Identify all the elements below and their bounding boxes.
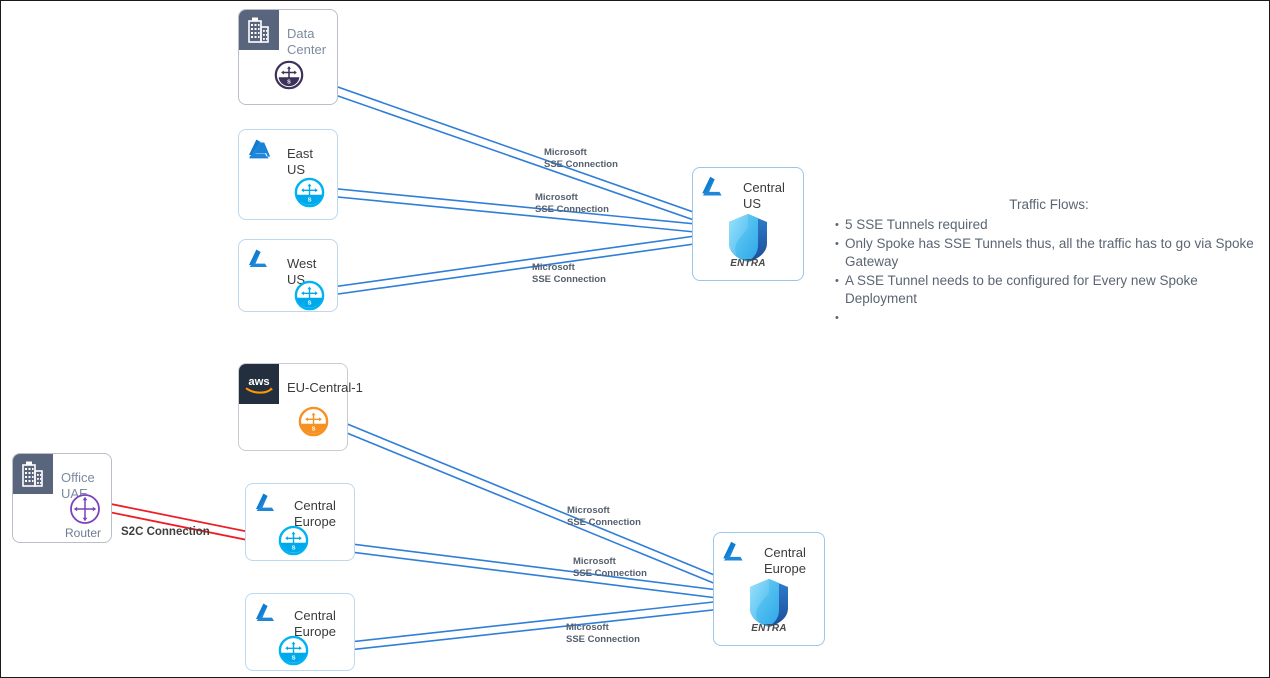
entra-icon xyxy=(746,577,792,629)
gateway-icon-cyan: S xyxy=(278,525,309,556)
diagram-canvas: Data Center S East US S West US S Centra… xyxy=(0,0,1270,678)
link-eastus-centralus xyxy=(317,186,738,229)
svg-text:S: S xyxy=(308,301,312,307)
traffic-flows-panel: Traffic Flows: 5 SSE Tunnels required On… xyxy=(819,197,1269,327)
svg-text:S: S xyxy=(312,427,316,433)
svg-text:S: S xyxy=(292,656,296,662)
svg-text:S: S xyxy=(287,80,291,86)
node-title: Central Europe xyxy=(764,545,806,576)
link-eucentral1-centraleurope-b xyxy=(319,421,756,601)
node-central-us[interactable]: Central US ENTRA xyxy=(692,167,804,281)
traffic-flows-item: 5 SSE Tunnels required xyxy=(835,216,1269,235)
link-ce2-centraleurope xyxy=(303,596,760,648)
link-label-s2c: S2C Connection xyxy=(121,526,210,538)
gateway-icon-navy: S xyxy=(274,60,304,90)
node-central-europe-spoke-2[interactable]: Central Europe S xyxy=(245,593,355,671)
link-label-sse-2: Microsoft SSE Connection xyxy=(535,192,609,215)
router-icon xyxy=(69,493,101,525)
link-ce1-centraleurope-b xyxy=(302,545,758,604)
svg-text:S: S xyxy=(292,546,296,552)
link-westus-centralus xyxy=(317,229,739,290)
traffic-flows-item: A SSE Tunnel needs to be configured for … xyxy=(835,272,1269,309)
link-label-sse-6: Microsoft SSE Connection xyxy=(566,622,640,645)
gateway-icon-orange: S xyxy=(298,406,329,437)
node-central-europe-spoke-1[interactable]: Central Europe S xyxy=(245,483,355,561)
link-westus-centralus-b xyxy=(316,237,738,298)
entra-icon xyxy=(725,212,771,264)
azure-logo xyxy=(246,484,286,524)
azure-logo xyxy=(714,533,754,573)
node-central-europe-entra[interactable]: Central Europe ENTRA xyxy=(713,532,825,646)
link-ce1-centraleurope xyxy=(303,537,759,596)
traffic-flows-item: Only Spoke has SSE Tunnels thus, all the… xyxy=(835,235,1269,272)
node-eu-central-1[interactable]: aws EU-Central-1 S xyxy=(238,363,363,451)
node-east-us[interactable]: East US S xyxy=(238,129,338,220)
service-label: ENTRA xyxy=(751,623,787,634)
azure-logo xyxy=(239,130,279,170)
node-title: Data Center xyxy=(287,26,327,57)
traffic-flows-list: 5 SSE Tunnels required Only Spoke has SS… xyxy=(819,216,1269,327)
building-icon xyxy=(13,454,53,494)
gateway-icon-cyan: S xyxy=(294,177,325,208)
svg-text:S: S xyxy=(308,198,312,204)
azure-logo xyxy=(239,240,279,280)
link-label-sse-3: Microsoft SSE Connection xyxy=(532,262,606,285)
aws-logo: aws xyxy=(239,364,279,404)
node-west-us[interactable]: West US S xyxy=(238,239,338,312)
link-label-sse-1: Microsoft SSE Connection xyxy=(544,147,618,170)
service-label: ENTRA xyxy=(730,258,766,269)
building-icon xyxy=(239,10,279,50)
link-eastus-centralus-b xyxy=(316,194,737,237)
link-label-sse-5: Microsoft SSE Connection xyxy=(573,556,647,579)
link-label-sse-4: Microsoft SSE Connection xyxy=(567,505,641,528)
device-label: Router xyxy=(64,526,102,540)
link-ce2-centraleurope-b xyxy=(302,604,759,656)
traffic-flows-item xyxy=(835,309,1269,328)
svg-text:aws: aws xyxy=(248,376,269,388)
node-office-uae[interactable]: Office UAE Router xyxy=(12,453,112,543)
node-title: East US xyxy=(287,146,314,177)
traffic-flows-title: Traffic Flows: xyxy=(1009,197,1089,212)
gateway-icon-cyan: S xyxy=(294,280,325,311)
node-data-center[interactable]: Data Center S xyxy=(238,9,338,105)
gateway-icon-cyan: S xyxy=(278,635,309,666)
azure-logo xyxy=(693,168,733,208)
azure-logo xyxy=(246,594,286,634)
node-title: EU-Central-1 xyxy=(287,380,363,395)
link-eucentral1-centraleurope xyxy=(322,413,759,594)
